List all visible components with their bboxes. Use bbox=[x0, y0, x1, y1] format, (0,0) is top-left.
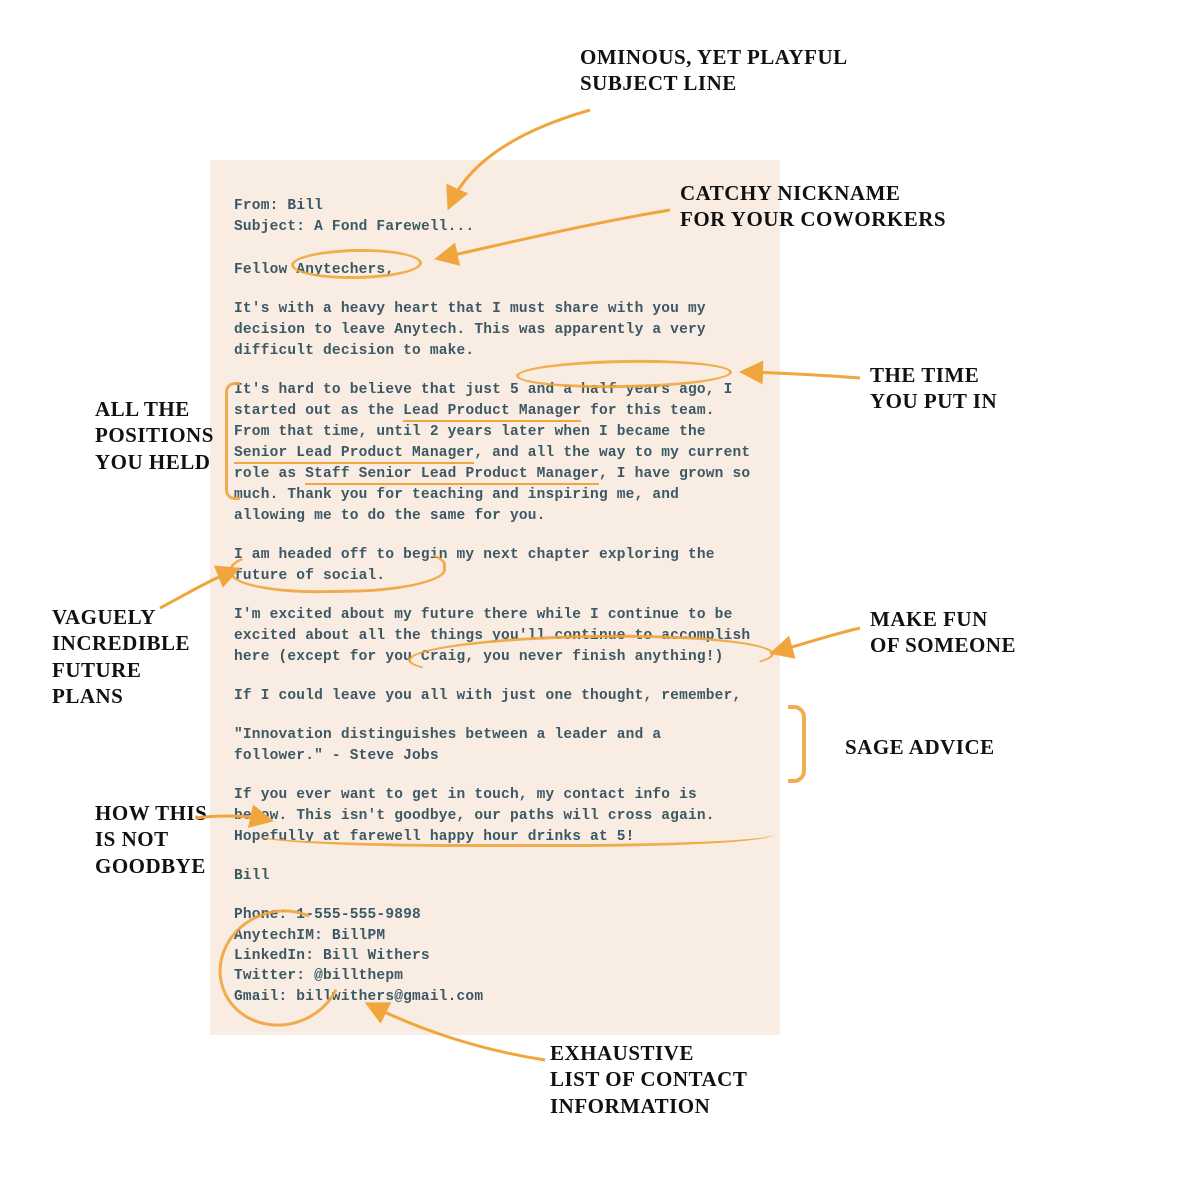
email-subject-line: Subject: A Fond Farewell... bbox=[234, 217, 756, 238]
anno-contacts: EXHAUSTIVE LIST OF CONTACT INFORMATION bbox=[550, 1040, 747, 1119]
from-label: From: bbox=[234, 198, 287, 214]
role-2: Senior Lead Product Manager bbox=[234, 445, 474, 464]
highlight-not-goodbye bbox=[253, 816, 773, 847]
anno-subject: OMINOUS, YET PLAYFUL SUBJECT LINE bbox=[580, 44, 848, 97]
subject-label: Subject: bbox=[234, 219, 314, 235]
email-from-line: From: Bill bbox=[234, 196, 756, 217]
email-p2: It's hard to believe that just 5 and a h… bbox=[234, 380, 756, 527]
greeting-pre: Fellow bbox=[234, 262, 296, 278]
arrow-mock bbox=[775, 628, 860, 652]
anno-advice: SAGE ADVICE bbox=[845, 734, 995, 760]
email-card: From: Bill Subject: A Fond Farewell... F… bbox=[210, 160, 780, 1035]
subject-value: A Fond Farewell... bbox=[314, 219, 474, 235]
anno-plans: VAGUELY INCREDIBLE FUTURE PLANS bbox=[52, 604, 190, 709]
role-3: Staff Senior Lead Product Manager bbox=[305, 466, 599, 485]
anno-notgoodbye: HOW THIS IS NOT GOODBYE bbox=[95, 800, 207, 879]
email-signoff: Bill bbox=[234, 866, 756, 887]
email-quote: "Innovation distinguishes between a lead… bbox=[234, 725, 756, 767]
anno-tenure: THE TIME YOU PUT IN bbox=[870, 362, 997, 415]
role-1: Lead Product Manager bbox=[403, 403, 581, 422]
highlight-sage-advice bbox=[788, 705, 806, 783]
email-p5: If I could leave you all with just one t… bbox=[234, 686, 756, 707]
anno-nickname: CATCHY NICKNAME FOR YOUR COWORKERS bbox=[680, 180, 946, 233]
highlight-positions bbox=[225, 382, 240, 500]
from-value: Bill bbox=[287, 198, 323, 214]
anno-mock: MAKE FUN OF SOMEONE bbox=[870, 606, 1016, 659]
anno-positions: ALL THE POSITIONS YOU HELD bbox=[95, 396, 214, 475]
email-p1: It's with a heavy heart that I must shar… bbox=[234, 299, 756, 362]
